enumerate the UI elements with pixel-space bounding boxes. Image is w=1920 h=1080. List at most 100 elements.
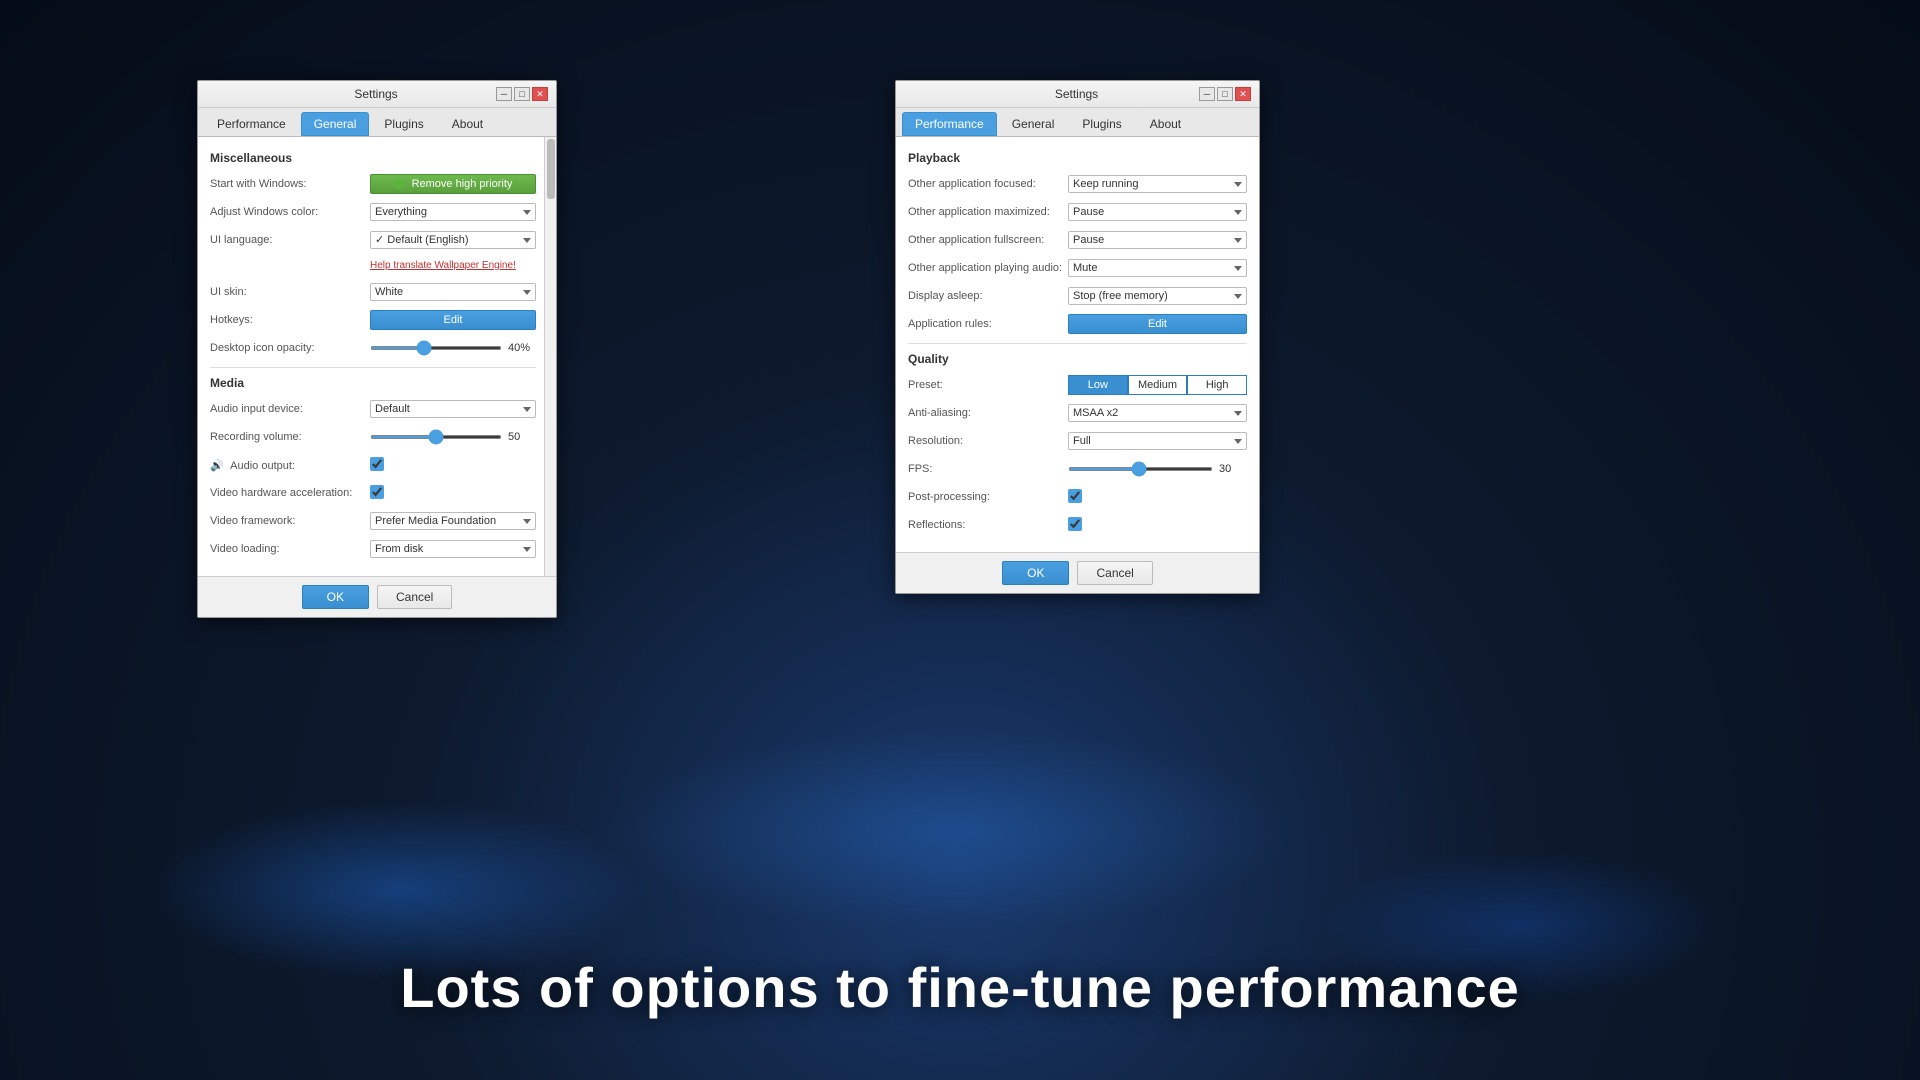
preset-medium-button[interactable]: Medium bbox=[1128, 375, 1188, 395]
preset-high-button[interactable]: High bbox=[1187, 375, 1247, 395]
resolution-select[interactable]: Full Half Quarter bbox=[1068, 432, 1247, 450]
row-hotkeys: Hotkeys: Edit bbox=[210, 309, 536, 331]
label-audio-output: 🔊 Audio output: bbox=[210, 459, 370, 472]
tab-performance-right[interactable]: Performance bbox=[902, 112, 997, 136]
preset-group: Low Medium High bbox=[1068, 375, 1247, 395]
ctrl-app-maximized: Keep running Pause Stop (free memory) Mu… bbox=[1068, 203, 1247, 221]
row-ui-skin: UI skin: White Dark bbox=[210, 281, 536, 303]
ctrl-app-focused: Keep running Pause Stop (free memory) Mu… bbox=[1068, 175, 1247, 193]
label-hotkeys: Hotkeys: bbox=[210, 314, 370, 326]
tab-bar-left: Performance General Plugins About bbox=[198, 108, 556, 137]
close-button-right[interactable]: ✕ bbox=[1235, 87, 1251, 101]
row-fps: FPS: 30 bbox=[908, 458, 1247, 480]
row-video-framework: Video framework: Prefer Media Foundation… bbox=[210, 510, 536, 532]
video-framework-select[interactable]: Prefer Media Foundation DirectShow Auto bbox=[370, 512, 536, 530]
recording-volume-value: 50 bbox=[508, 431, 536, 443]
app-audio-select[interactable]: Keep running Pause Stop (free memory) Mu… bbox=[1068, 259, 1247, 277]
app-focused-select[interactable]: Keep running Pause Stop (free memory) Mu… bbox=[1068, 175, 1247, 193]
label-app-fullscreen: Other application fullscreen: bbox=[908, 234, 1068, 246]
green-dot-icon bbox=[394, 179, 404, 189]
video-loading-select[interactable]: From disk From memory bbox=[370, 540, 536, 558]
bg-glow-1 bbox=[150, 800, 650, 980]
tab-general-left[interactable]: General bbox=[301, 112, 370, 136]
dialog-footer-left: OK Cancel bbox=[198, 576, 556, 617]
row-audio-output: 🔊 Audio output: bbox=[210, 454, 536, 476]
tab-general-right[interactable]: General bbox=[999, 112, 1068, 136]
ctrl-resolution: Full Half Quarter bbox=[1068, 432, 1247, 450]
start-windows-button[interactable]: Remove high priority bbox=[370, 174, 536, 194]
app-fullscreen-select[interactable]: Keep running Pause Stop (free memory) Mu… bbox=[1068, 231, 1247, 249]
label-display-asleep: Display asleep: bbox=[908, 290, 1068, 302]
desktop-opacity-value: 40% bbox=[508, 342, 536, 354]
start-windows-label: Remove high priority bbox=[412, 178, 513, 190]
row-anti-aliasing: Anti-aliasing: None MSAA x2 MSAA x4 bbox=[908, 402, 1247, 424]
section-playback-label: Playback bbox=[908, 151, 1247, 165]
video-hw-accel-checkbox[interactable] bbox=[370, 485, 384, 499]
ctrl-app-rules: Edit bbox=[1068, 314, 1247, 334]
ctrl-recording-volume: 50 bbox=[370, 431, 536, 443]
display-asleep-select[interactable]: Keep running Pause Stop (free memory) bbox=[1068, 287, 1247, 305]
adjust-color-select[interactable]: Everything Nothing Taskbar only bbox=[370, 203, 536, 221]
tab-about-left[interactable]: About bbox=[439, 112, 496, 136]
row-adjust-color: Adjust Windows color: Everything Nothing… bbox=[210, 201, 536, 223]
app-rules-edit-button[interactable]: Edit bbox=[1068, 314, 1247, 334]
tab-plugins-left[interactable]: Plugins bbox=[371, 112, 436, 136]
help-translate-link[interactable]: Help translate Wallpaper Engine! bbox=[370, 260, 516, 271]
ctrl-display-asleep: Keep running Pause Stop (free memory) bbox=[1068, 287, 1247, 305]
hotkeys-edit-button[interactable]: Edit bbox=[370, 310, 536, 330]
close-button-left[interactable]: ✕ bbox=[532, 87, 548, 101]
app-maximized-select[interactable]: Keep running Pause Stop (free memory) Mu… bbox=[1068, 203, 1247, 221]
tab-about-right[interactable]: About bbox=[1137, 112, 1194, 136]
post-processing-checkbox[interactable] bbox=[1068, 489, 1082, 503]
ctrl-preset: Low Medium High bbox=[1068, 375, 1247, 395]
row-display-asleep: Display asleep: Keep running Pause Stop … bbox=[908, 285, 1247, 307]
scroll-thumb-left[interactable] bbox=[547, 139, 555, 199]
scrollbar-left[interactable] bbox=[544, 137, 556, 576]
dialog-title-left: Settings bbox=[256, 87, 496, 101]
row-help-translate: Help translate Wallpaper Engine! bbox=[210, 253, 536, 275]
ui-language-select[interactable]: ✓ Default (English) bbox=[370, 231, 536, 249]
fps-slider[interactable] bbox=[1068, 467, 1213, 471]
ctrl-video-loading: From disk From memory bbox=[370, 540, 536, 558]
anti-aliasing-select[interactable]: None MSAA x2 MSAA x4 bbox=[1068, 404, 1247, 422]
ctrl-audio-input: Default bbox=[370, 400, 536, 418]
label-video-framework: Video framework: bbox=[210, 515, 370, 527]
dialog-content-right: Playback Other application focused: Keep… bbox=[896, 137, 1259, 552]
bottom-text: Lots of options to fine-tune performance bbox=[0, 955, 1920, 1020]
content-right: Playback Other application focused: Keep… bbox=[896, 137, 1259, 552]
section-media-label: Media bbox=[210, 376, 536, 390]
cancel-button-left[interactable]: Cancel bbox=[377, 585, 452, 609]
row-reflections: Reflections: bbox=[908, 514, 1247, 536]
tab-plugins-right[interactable]: Plugins bbox=[1069, 112, 1134, 136]
ctrl-hotkeys: Edit bbox=[370, 310, 536, 330]
maximize-button-left[interactable]: □ bbox=[514, 87, 530, 101]
recording-volume-slider[interactable] bbox=[370, 435, 502, 439]
row-ui-language: UI language: ✓ Default (English) bbox=[210, 229, 536, 251]
row-app-audio: Other application playing audio: Keep ru… bbox=[908, 257, 1247, 279]
minimize-button-right[interactable]: ─ bbox=[1199, 87, 1215, 101]
ui-skin-select[interactable]: White Dark bbox=[370, 283, 536, 301]
ctrl-ui-language: ✓ Default (English) bbox=[370, 231, 536, 249]
row-app-focused: Other application focused: Keep running … bbox=[908, 173, 1247, 195]
maximize-button-right[interactable]: □ bbox=[1217, 87, 1233, 101]
cancel-button-right[interactable]: Cancel bbox=[1077, 561, 1152, 585]
ctrl-ui-skin: White Dark bbox=[370, 283, 536, 301]
preset-low-button[interactable]: Low bbox=[1068, 375, 1128, 395]
minimize-button-left[interactable]: ─ bbox=[496, 87, 512, 101]
ctrl-video-hw bbox=[370, 485, 536, 502]
audio-input-select[interactable]: Default bbox=[370, 400, 536, 418]
row-video-loading: Video loading: From disk From memory bbox=[210, 538, 536, 560]
row-resolution: Resolution: Full Half Quarter bbox=[908, 430, 1247, 452]
divider-misc-media bbox=[210, 367, 536, 368]
desktop-opacity-slider[interactable] bbox=[370, 346, 502, 350]
ctrl-desktop-opacity: 40% bbox=[370, 342, 536, 354]
ok-button-right[interactable]: OK bbox=[1002, 561, 1069, 585]
reflections-checkbox[interactable] bbox=[1068, 517, 1082, 531]
audio-output-checkbox[interactable] bbox=[370, 457, 384, 471]
ok-button-left[interactable]: OK bbox=[302, 585, 369, 609]
label-app-maximized: Other application maximized: bbox=[908, 206, 1068, 218]
ctrl-adjust-color: Everything Nothing Taskbar only bbox=[370, 203, 536, 221]
label-adjust-color: Adjust Windows color: bbox=[210, 206, 370, 218]
tab-performance-left[interactable]: Performance bbox=[204, 112, 299, 136]
label-recording-volume: Recording volume: bbox=[210, 431, 370, 443]
